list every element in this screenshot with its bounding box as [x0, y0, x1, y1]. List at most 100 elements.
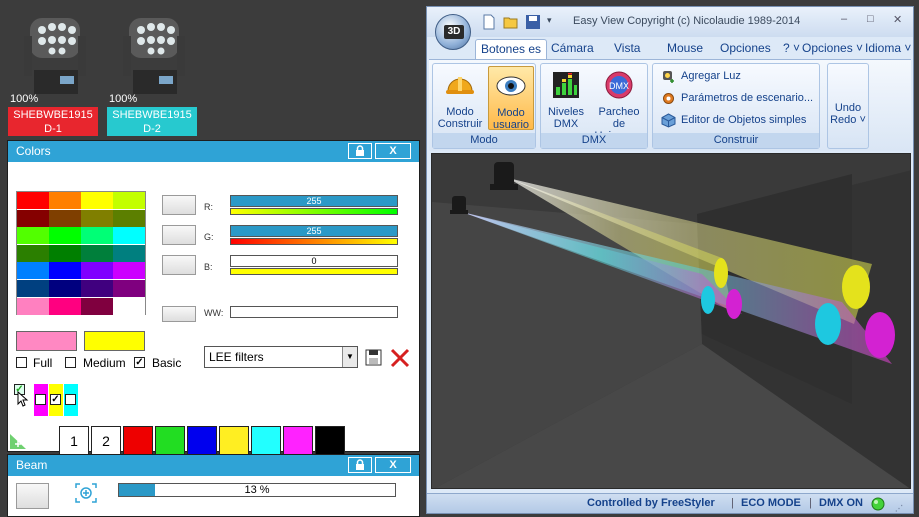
blue-channel-button[interactable] [162, 255, 196, 275]
color-swatch[interactable] [81, 209, 113, 227]
current-color-a[interactable] [16, 331, 77, 351]
tab-mouse[interactable]: Mouse [667, 41, 703, 55]
modo-construir-button[interactable]: Modo Construir [437, 66, 483, 130]
color-swatch[interactable] [49, 227, 81, 245]
preset-color-button[interactable] [155, 426, 185, 456]
beam-progress-bar[interactable]: 13 % [118, 483, 396, 497]
tab-vista[interactable]: Vista [614, 41, 640, 55]
blue-slider[interactable] [230, 268, 398, 275]
color-swatch[interactable] [49, 280, 81, 297]
color-swatch[interactable] [17, 209, 49, 227]
lock-icon[interactable] [348, 457, 372, 473]
delete-icon[interactable] [389, 348, 411, 368]
save-icon[interactable] [365, 349, 382, 366]
color-swatch[interactable] [17, 244, 49, 262]
green-value-field[interactable]: 255 [230, 225, 398, 237]
preset-color-button[interactable] [251, 426, 281, 456]
3d-viewport[interactable] [431, 153, 911, 489]
maximize-icon[interactable]: □ [867, 13, 874, 25]
quick-access-chevron-icon[interactable]: ▾ [547, 15, 552, 26]
color-swatch[interactable] [81, 280, 113, 297]
color-swatch[interactable] [17, 262, 49, 280]
filter-select[interactable]: LEE filters ▼ [204, 346, 358, 368]
color-swatch[interactable] [113, 209, 145, 227]
color-swatch[interactable] [113, 280, 145, 297]
parametros-button[interactable]: Parámetros de escenario... [659, 88, 813, 108]
close-icon[interactable]: X [375, 143, 411, 159]
open-folder-icon[interactable] [503, 14, 519, 30]
status-dmx[interactable]: DMX ON [819, 494, 863, 513]
color-swatch[interactable] [49, 209, 81, 227]
fixture-d1[interactable]: 100% SHEBWBE1915 D-1 [8, 14, 100, 138]
color-swatch[interactable] [49, 262, 81, 280]
color-swatch[interactable] [113, 192, 145, 209]
minimize-icon[interactable]: – [841, 13, 847, 25]
preset-color-button[interactable] [187, 426, 217, 456]
color-swatch[interactable] [81, 192, 113, 209]
tab-botones[interactable]: Botones es [475, 39, 548, 59]
color-swatch[interactable] [113, 297, 145, 315]
tab-opciones-d[interactable]: Opciones d [720, 41, 774, 55]
green-channel-button[interactable] [162, 225, 196, 245]
fixture-d2[interactable]: 100% SHEBWBE1915 D-2 [107, 14, 199, 138]
help-menu[interactable]: ? ˅ [783, 41, 800, 55]
red-value-field[interactable]: 255 [230, 195, 398, 207]
idioma-menu[interactable]: Idioma ˅ [865, 41, 911, 55]
color-swatch[interactable] [81, 244, 113, 262]
preset-2-button[interactable]: 2 [91, 426, 121, 456]
color-swatch[interactable] [81, 262, 113, 280]
blue-value-field[interactable]: 0 [230, 255, 398, 267]
basic-checkbox[interactable]: ✓ [134, 357, 145, 368]
parcheo-button[interactable]: DMX Parcheo de Universos [591, 66, 647, 142]
close-icon[interactable]: X [375, 457, 411, 473]
window-titlebar[interactable]: ▾ Easy View Copyright (c) Nicolaudie 198… [427, 7, 913, 37]
colors-panel-titlebar[interactable]: Colors X [8, 141, 419, 162]
color-swatch[interactable] [49, 244, 81, 262]
color-swatch[interactable] [113, 227, 145, 245]
agregar-luz-button[interactable]: Agregar Luz [659, 66, 741, 86]
preset-1-button[interactable]: 1 [59, 426, 89, 456]
color-swatch[interactable] [81, 297, 113, 315]
red-slider[interactable] [230, 208, 398, 215]
preset-color-button[interactable] [315, 426, 345, 456]
color-swatch[interactable] [81, 227, 113, 245]
ww-channel-button[interactable] [162, 306, 196, 322]
color-swatch[interactable] [17, 280, 49, 297]
niveles-dmx-button[interactable]: Niveles DMX [543, 66, 589, 130]
close-icon[interactable]: ✕ [893, 13, 902, 26]
magenta-checkbox[interactable] [35, 394, 46, 405]
color-swatch[interactable] [49, 297, 81, 315]
beam-button[interactable] [16, 483, 49, 509]
color-swatch[interactable] [49, 192, 81, 209]
preset-color-button[interactable] [219, 426, 249, 456]
save-icon[interactable] [525, 14, 541, 30]
undo-redo-button[interactable]: Undo Redo ˅ [828, 102, 868, 126]
color-swatch[interactable] [17, 297, 49, 315]
cyan-checkbox[interactable] [65, 394, 76, 405]
chevron-down-icon[interactable]: ▼ [342, 347, 357, 367]
preset-color-button[interactable] [283, 426, 313, 456]
preset-color-button[interactable] [123, 426, 153, 456]
green-slider[interactable] [230, 238, 398, 245]
zoom-icon[interactable] [74, 482, 98, 504]
tab-camara[interactable]: Cámara [551, 41, 594, 55]
medium-checkbox[interactable] [65, 357, 76, 368]
editor-objetos-button[interactable]: Editor de Objetos simples [659, 110, 806, 130]
yellow-checkbox[interactable]: ✓ [50, 394, 61, 405]
beam-panel-titlebar[interactable]: Beam X [8, 455, 419, 476]
status-eco[interactable]: ECO MODE [741, 494, 801, 513]
color-wheel-selector[interactable]: ✓ ✓ [14, 384, 78, 416]
resize-grip-icon[interactable]: ⋰ [895, 499, 905, 513]
new-file-icon[interactable] [481, 14, 497, 30]
modo-usuario-button[interactable]: Modo usuario [488, 66, 534, 131]
lock-icon[interactable] [348, 143, 372, 159]
opciones-menu[interactable]: Opciones ˅ [802, 41, 863, 55]
color-swatch[interactable] [17, 227, 49, 245]
red-channel-button[interactable] [162, 195, 196, 215]
resize-grip-icon[interactable] [8, 432, 28, 450]
color-swatch[interactable] [113, 244, 145, 262]
color-swatch[interactable] [17, 192, 49, 209]
ww-value-field[interactable] [230, 306, 398, 318]
color-swatch[interactable] [113, 262, 145, 280]
full-checkbox[interactable] [16, 357, 27, 368]
